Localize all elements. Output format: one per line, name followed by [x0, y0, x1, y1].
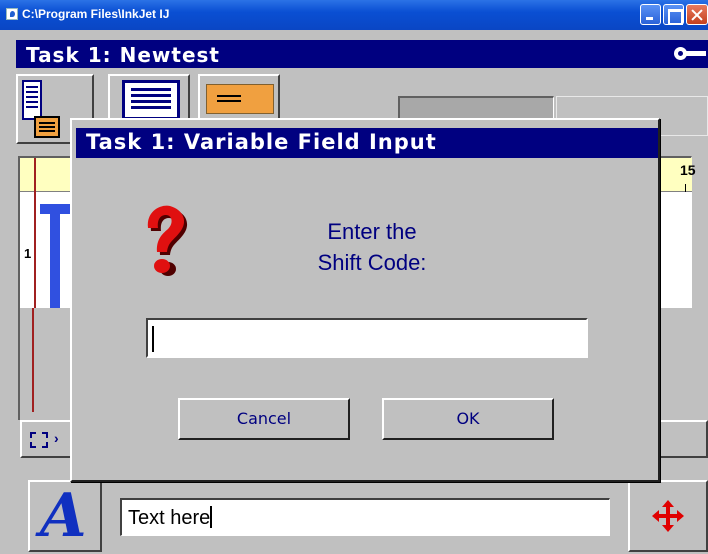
chevron-right-icon: › [54, 430, 59, 446]
task-title: Task 1: Newtest [26, 43, 220, 67]
select-tool-button[interactable]: › [20, 420, 72, 458]
ruler-number: 15 [680, 162, 696, 178]
prompt-line-2: Shift Code: [317, 250, 427, 275]
dialog-title: Task 1: Variable Field Input [86, 130, 437, 154]
text-field-glyph[interactable] [40, 204, 70, 314]
key-icon[interactable] [674, 46, 708, 62]
document-list-icon [22, 80, 42, 120]
cancel-button[interactable]: Cancel [178, 398, 350, 440]
close-icon[interactable] [686, 4, 708, 25]
orange-message-icon [206, 84, 274, 114]
editor-border [18, 308, 20, 420]
maximize-icon[interactable] [663, 4, 684, 25]
dialog-titlebar[interactable]: Task 1: Variable Field Input [76, 128, 658, 158]
text-lines-icon [122, 80, 180, 120]
ruler-tick [685, 184, 686, 192]
font-button[interactable]: A [28, 480, 102, 552]
input-caret [152, 326, 154, 352]
shift-code-input[interactable] [146, 318, 588, 358]
app-icon[interactable] [6, 8, 18, 20]
side-tool-button[interactable] [656, 420, 708, 458]
ok-button[interactable]: OK [382, 398, 554, 440]
selection-icon [30, 432, 48, 448]
row-number: 1 [24, 246, 32, 261]
prompt-line-1: Enter the [327, 219, 417, 244]
text-caret [210, 506, 213, 528]
minimize-icon[interactable] [640, 4, 661, 25]
window-title: C:\Program Files\InkJet IJ [22, 7, 170, 21]
text-input-value: Text here [128, 507, 211, 529]
question-icon [147, 205, 188, 276]
text-input[interactable]: Text here [120, 498, 610, 536]
variable-field-dialog: Task 1: Variable Field Input Enter the S… [70, 118, 660, 482]
message-orange-icon [34, 116, 60, 138]
move-arrows-icon [652, 500, 684, 532]
task-header: Task 1: Newtest [16, 40, 708, 68]
font-icon: A [40, 481, 87, 551]
dialog-prompt: Enter the Shift Code: [272, 216, 472, 278]
move-button[interactable] [628, 480, 708, 552]
margin-line-lower [32, 308, 34, 412]
window-titlebar[interactable]: C:\Program Files\InkJet IJ [0, 0, 708, 30]
